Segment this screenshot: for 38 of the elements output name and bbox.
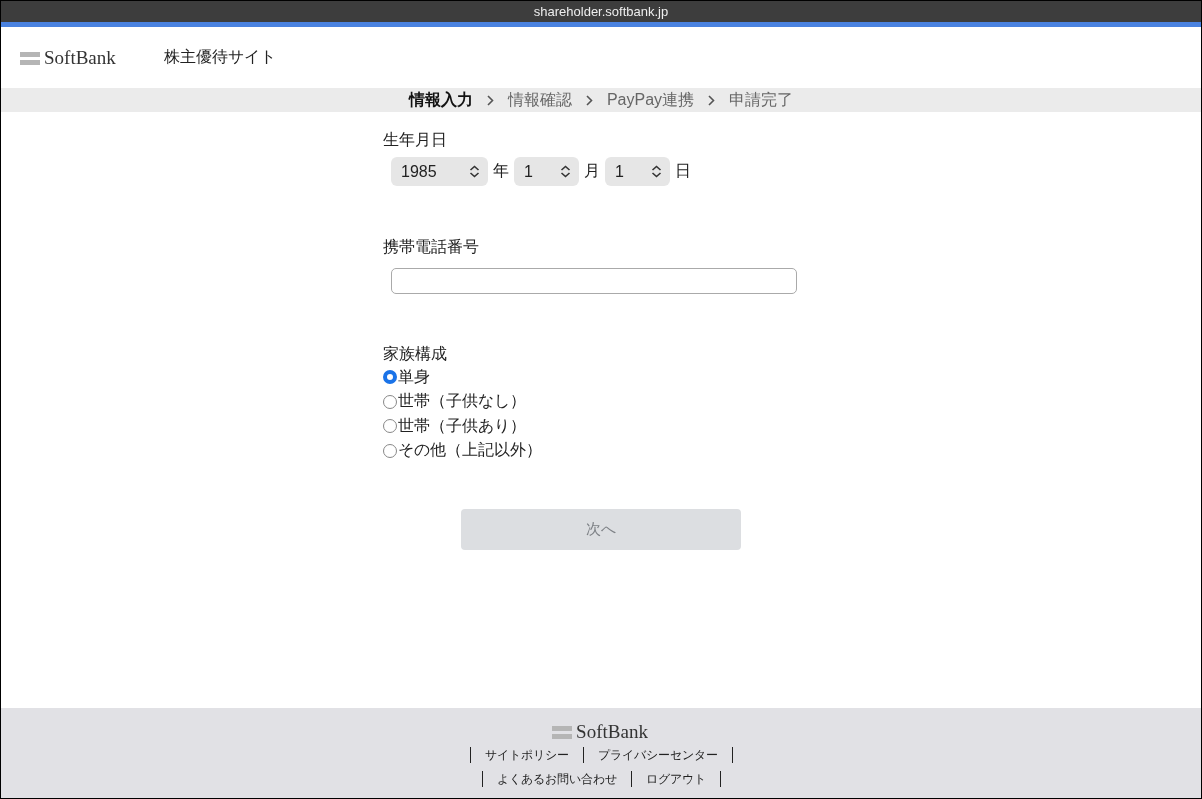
field-label: 携帯電話番号 <box>383 237 480 257</box>
footer-link[interactable]: サイトポリシー <box>470 747 584 763</box>
step-label: 情報入力 <box>408 89 473 110</box>
up-down-chevron-icon <box>651 165 662 178</box>
chevron-right-icon <box>486 94 494 106</box>
radio-label[interactable]: 世帯（子供なし） <box>398 391 526 413</box>
site-title: 株主優待サイト <box>163 47 276 67</box>
step-label: 情報確認 <box>507 89 572 110</box>
unit-label: 月 <box>584 161 600 181</box>
date-select[interactable]: 1 <box>514 157 579 186</box>
footer-link[interactable]: プライバシーセンター <box>583 747 733 763</box>
logo-bars-icon <box>20 49 40 66</box>
unit-label: 年 <box>493 161 509 181</box>
softbank-logo-text: SoftBank <box>44 46 116 69</box>
radio-label[interactable]: その他（上記以外） <box>398 440 542 462</box>
softbank-logo-text: SoftBank <box>576 721 648 743</box>
logo-bars-icon <box>552 724 573 740</box>
phone-input-field[interactable] <box>391 268 797 294</box>
radio-label[interactable]: 単身 <box>398 366 430 388</box>
up-down-chevron-icon <box>469 165 480 178</box>
radio-button[interactable] <box>383 419 397 434</box>
footer-link[interactable]: よくあるお問い合わせ <box>482 771 632 787</box>
field-label: 生年月日 <box>383 130 448 150</box>
radio-button[interactable] <box>383 370 397 385</box>
field-label: 家族構成 <box>383 344 448 364</box>
url-text[interactable]: shareholder.softbank.jp <box>533 4 669 19</box>
date-select[interactable]: 1 <box>605 157 670 186</box>
footer-link[interactable]: ログアウト <box>631 771 721 787</box>
radio-label[interactable]: 世帯（子供あり） <box>398 415 526 437</box>
chevron-right-icon <box>708 94 716 106</box>
radio-button[interactable] <box>383 443 397 458</box>
radio-button[interactable] <box>383 394 397 409</box>
chevron-right-icon <box>585 94 593 106</box>
date-select[interactable]: 1985 <box>391 157 488 186</box>
step-label: 申請完了 <box>729 89 794 110</box>
unit-label: 日 <box>675 161 691 181</box>
up-down-chevron-icon <box>560 165 571 178</box>
step-label: PayPay連携 <box>606 89 695 110</box>
